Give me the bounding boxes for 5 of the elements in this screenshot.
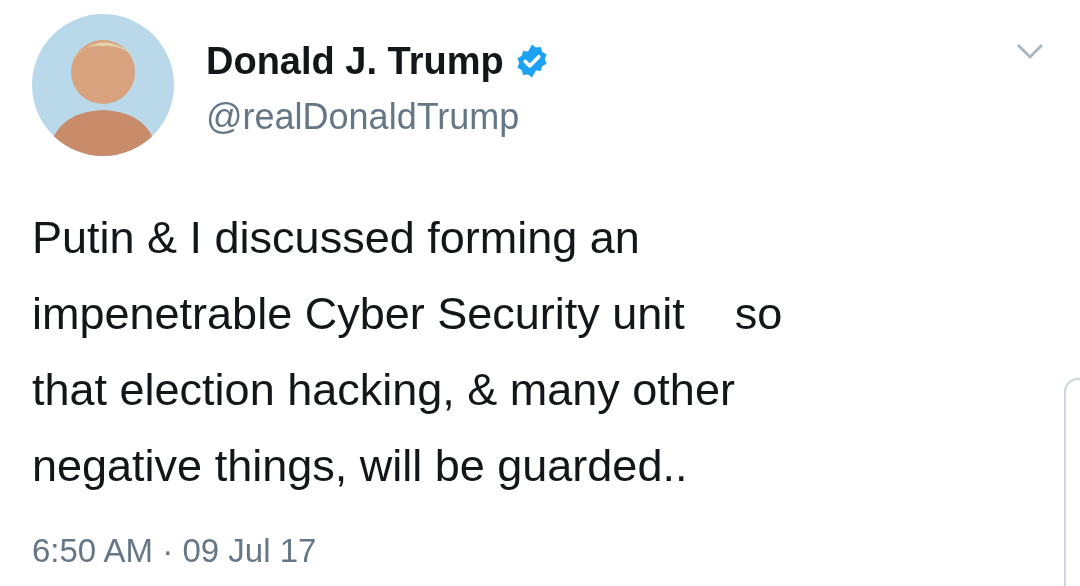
tweet-text: Putin & I discussed forming an impenetrable Cyber Security unit so that election hacking, & many other negative things, will be guarded.. <box>32 211 784 493</box>
timestamp: 6:50 AM · 09 Jul 17 <box>32 532 317 570</box>
chevron-down-icon[interactable] <box>1016 42 1044 60</box>
author-handle: @realDonaldTrump <box>206 95 521 139</box>
author-name: Donald J. Trump <box>206 39 504 84</box>
